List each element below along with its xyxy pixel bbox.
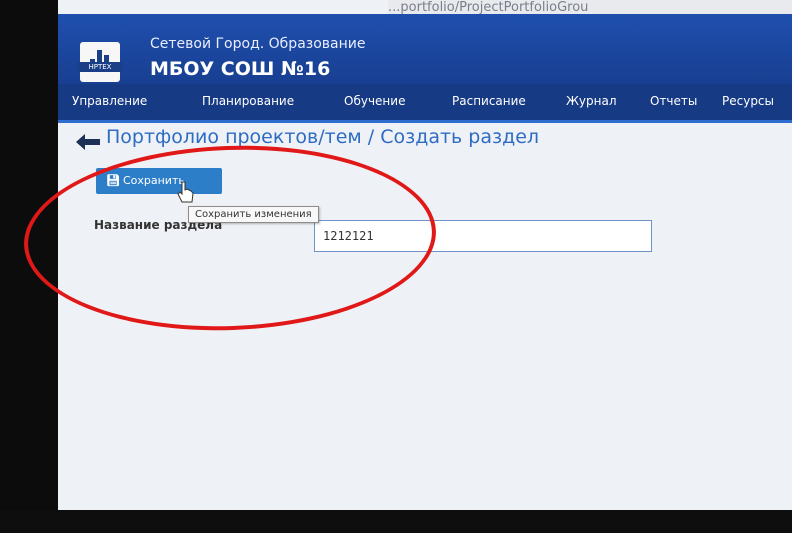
nav-item-learning[interactable]: Обучение	[344, 94, 405, 108]
system-name: Сетевой Город. Образование	[150, 36, 366, 52]
main-nav: Управление Планирование Обучение Расписа…	[58, 84, 792, 123]
back-arrow-icon[interactable]	[76, 134, 100, 150]
school-name: МБОУ СОШ №16	[150, 58, 331, 80]
nav-item-reports[interactable]: Отчеты	[650, 94, 697, 108]
nav-item-management[interactable]: Управление	[72, 94, 147, 108]
logo-badge: НРТЕХ	[78, 62, 122, 72]
photo-bottom-edge	[0, 510, 792, 533]
nav-item-schedule[interactable]: Расписание	[452, 94, 526, 108]
nav-item-resources[interactable]: Ресурсы	[722, 94, 774, 108]
nav-item-journal[interactable]: Журнал	[566, 94, 617, 108]
nav-item-planning[interactable]: Планирование	[202, 94, 294, 108]
app-header: Сетевой Город. Образование МБОУ СОШ №16	[58, 14, 792, 84]
page-title: Портфолио проектов/тем / Создать раздел	[106, 126, 540, 148]
